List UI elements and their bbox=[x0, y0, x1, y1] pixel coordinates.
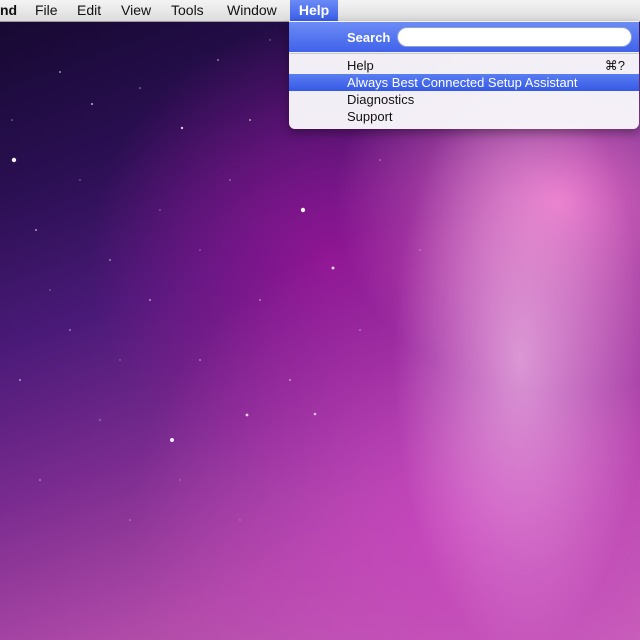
menu-window[interactable]: Window bbox=[219, 0, 285, 21]
menu-tools[interactable]: Tools bbox=[163, 0, 212, 21]
menu-item-label: Support bbox=[347, 109, 393, 124]
menu-item-label: Diagnostics bbox=[347, 92, 415, 107]
search-label: Search bbox=[347, 30, 391, 45]
menu-app-name[interactable]: nd bbox=[0, 0, 25, 21]
menu-item-label: Always Best Connected Setup Assistant bbox=[347, 75, 578, 90]
menu-item-diagnostics[interactable]: Diagnostics bbox=[289, 91, 639, 108]
menu-file[interactable]: File bbox=[27, 0, 66, 21]
help-search-row: Search bbox=[289, 22, 639, 52]
menu-item-setup-assistant[interactable]: Always Best Connected Setup Assistant bbox=[289, 74, 639, 91]
menu-item-help[interactable]: Help ⌘? bbox=[289, 57, 639, 74]
menu-edit[interactable]: Edit bbox=[69, 0, 109, 21]
help-dropdown-menu: Search Help ⌘? Always Best Connected Set… bbox=[289, 21, 639, 129]
menu-view[interactable]: View bbox=[113, 0, 159, 21]
menu-item-support[interactable]: Support bbox=[289, 108, 639, 125]
menu-item-label: Help bbox=[347, 58, 374, 73]
keyboard-shortcut: ⌘? bbox=[604, 58, 625, 73]
menu-help[interactable]: Help bbox=[290, 0, 338, 21]
menu-separator bbox=[289, 53, 639, 54]
help-search-input[interactable] bbox=[397, 27, 632, 47]
menu-bar: nd File Edit View Tools Window Help bbox=[0, 0, 640, 22]
